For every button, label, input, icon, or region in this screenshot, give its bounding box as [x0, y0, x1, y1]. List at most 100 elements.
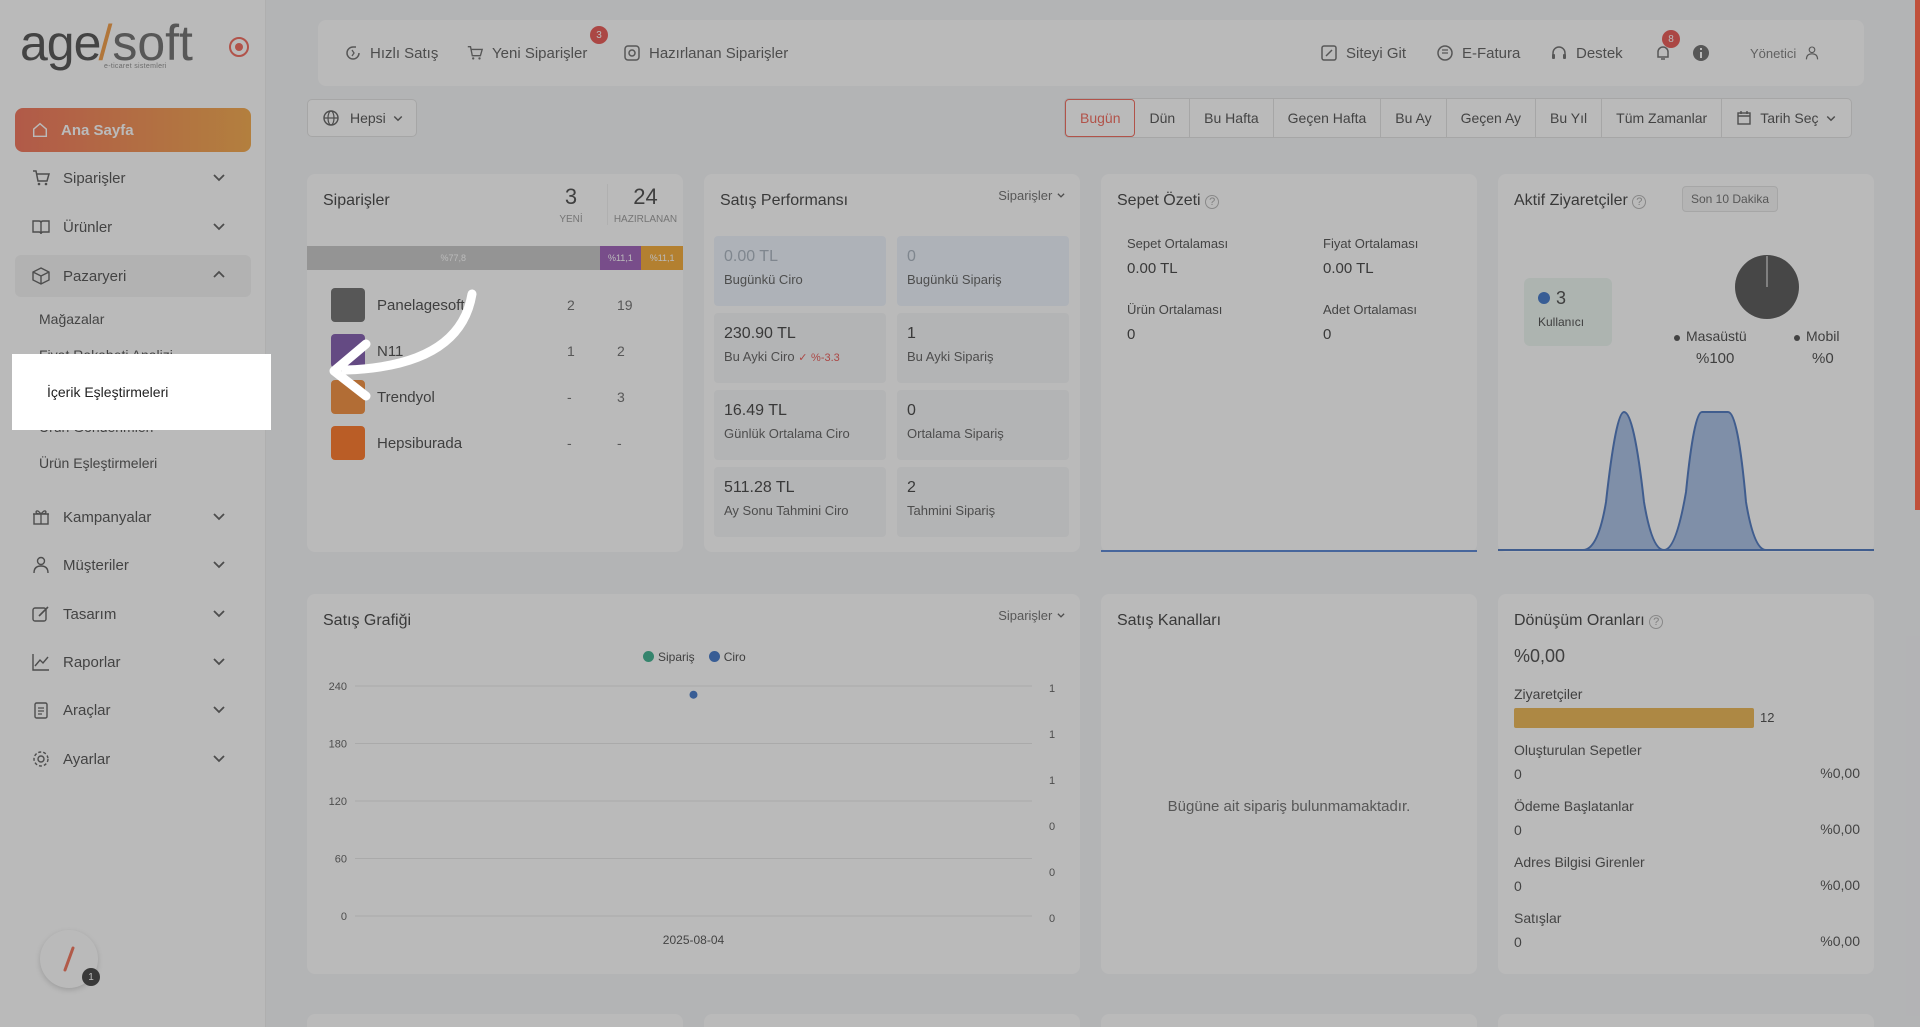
user-icon — [1806, 46, 1819, 60]
mobile-value: %0 — [1812, 350, 1834, 367]
marketplace-name: Hepsiburada — [377, 434, 463, 452]
nav-customers[interactable]: Müşteriler — [15, 544, 251, 586]
nav-campaigns-label: Kampanyalar — [63, 508, 152, 526]
user-menu[interactable]: Yönetici — [1750, 20, 1828, 86]
orders-title: Siparişler — [323, 192, 390, 209]
sales-chart-dropdown-label: Siparişler — [998, 608, 1053, 623]
perf-dropdown[interactable]: Siparişler — [998, 188, 1066, 203]
tab-pick-date[interactable]: Tarih Seç — [1722, 99, 1850, 137]
visitors-title: Aktif Ziyaretçiler ? — [1514, 192, 1647, 210]
share-segment: %11,1 — [599, 246, 642, 270]
clipboard-icon — [34, 702, 48, 719]
conversion-card: Dönüşüm Oranları ? %0,00 Ziyaretçiler 12… — [1498, 594, 1874, 974]
new-orders-link[interactable]: Yeni Siparişler 3 — [466, 20, 608, 86]
avg-basket-label: Sepet Ortalaması — [1127, 236, 1229, 251]
scrollbar-thumb[interactable] — [1915, 0, 1920, 510]
basket-title: Sepet Özeti ? — [1117, 192, 1220, 210]
tab-yesterday[interactable]: Dün — [1135, 99, 1191, 137]
nav-tools[interactable]: Araçlar — [15, 689, 251, 731]
conversion-row-name: Satışlar — [1514, 910, 1562, 926]
perf-stat-box: 230.90 TL Bu Ayki Ciro ✓ %-3.3 — [714, 313, 886, 383]
support-link[interactable]: Destek — [1550, 20, 1623, 86]
conversion-rate: %0,00 — [1514, 646, 1566, 666]
sales-chart-dropdown[interactable]: Siparişler — [998, 608, 1066, 623]
perf-stat-box: 1 Bu Ayki Sipariş — [897, 313, 1069, 383]
scope-select[interactable]: Hepsi — [307, 99, 417, 137]
visitors-label: Ziyaretçiler — [1514, 686, 1583, 702]
table-row[interactable]: Hepsiburada - - — [307, 420, 683, 466]
helper-button[interactable]: 1 — [40, 930, 100, 988]
tab-this-month[interactable]: Bu Ay — [1381, 99, 1447, 137]
new-orders-count: 3 — [564, 184, 578, 209]
nav-products[interactable]: Ürünler — [15, 206, 251, 248]
y-tick-label: 0 — [341, 911, 347, 923]
share-segment: %11,1 — [641, 246, 683, 270]
perf-value: 0 — [907, 402, 916, 419]
chevron-down-icon — [213, 610, 225, 618]
tab-this-year[interactable]: Bu Yıl — [1536, 99, 1603, 137]
info-icon — [1693, 45, 1709, 61]
perf-label: Ay Sonu Tahmini Ciro — [724, 503, 849, 518]
logo-text-right: soft — [112, 15, 193, 71]
nav-orders[interactable]: Siparişler — [15, 157, 251, 199]
mobile-label: Mobil — [1806, 328, 1840, 344]
tab-this-week[interactable]: Bu Hafta — [1190, 99, 1274, 137]
highlighted-content-matches-item[interactable]: İçerik Eşleştirmeleri — [12, 354, 271, 430]
basket-summary-card: Sepet Özeti ? Sepet Ortalaması 0.00 TL F… — [1101, 174, 1477, 552]
visitor-count-label: Kullanıcı — [1538, 315, 1585, 329]
agesoft-logo[interactable]: age / soft — [20, 18, 193, 68]
prepared-orders-link[interactable]: Hazırlanan Siparişler — [623, 20, 788, 86]
mobile-share: Mobil — [1794, 328, 1839, 344]
sub-item-product-matches[interactable]: Ürün Eşleştirmeleri — [39, 455, 157, 471]
info-button[interactable] — [1692, 20, 1718, 86]
chevron-down-icon — [213, 658, 225, 666]
tab-last-month[interactable]: Geçen Ay — [1447, 99, 1537, 137]
notifications-button[interactable]: 8 — [1654, 20, 1680, 86]
nav-tools-label: Araçlar — [63, 701, 111, 719]
nav-reports[interactable]: Raporlar — [15, 641, 251, 683]
help-icon[interactable]: ? — [1205, 195, 1220, 209]
marketplace-new: - — [567, 435, 572, 451]
visitors-value: 12 — [1760, 710, 1775, 725]
quick-sale-link[interactable]: Hızlı Satış — [344, 20, 438, 86]
nav-campaigns[interactable]: Kampanyalar — [15, 496, 251, 538]
legend-order[interactable]: Sipariş — [643, 650, 695, 664]
einvoice-link[interactable]: E-Fatura — [1436, 20, 1520, 86]
cart-icon — [467, 46, 484, 60]
user-icon — [33, 556, 49, 574]
nav-home[interactable]: Ana Sayfa — [15, 108, 251, 152]
avg-product-label: Ürün Ortalaması — [1127, 302, 1223, 317]
tab-all-time[interactable]: Tüm Zamanlar — [1602, 99, 1723, 137]
nav-marketplace[interactable]: Pazaryeri — [15, 255, 251, 297]
help-icon[interactable]: ? — [1632, 195, 1647, 209]
conversion-row: Ödeme Başlatanlar 0 %0,00 — [1514, 798, 1860, 838]
y-tick-label: 60 — [335, 854, 347, 866]
target-icon[interactable] — [229, 37, 249, 57]
visitor-count: 3 — [1556, 288, 1567, 308]
headset-icon — [1552, 46, 1566, 59]
legend-revenue[interactable]: Ciro — [708, 650, 746, 664]
help-icon[interactable]: ? — [1649, 615, 1664, 629]
tab-today[interactable]: Bugün — [1065, 99, 1136, 137]
avg-basket-value: 0.00 TL — [1127, 260, 1178, 277]
y2-tick-label: 1 — [1049, 729, 1055, 741]
avg-price-value: 0.00 TL — [1323, 260, 1374, 277]
go-site-link[interactable]: Siteyi Git — [1320, 20, 1406, 86]
nav-design[interactable]: Tasarım — [15, 593, 251, 635]
data-point-ciro[interactable] — [689, 690, 698, 699]
device-pie-chart — [1735, 255, 1799, 319]
nav-settings[interactable]: Ayarlar — [15, 738, 251, 780]
nav-customers-label: Müşteriler — [63, 556, 129, 574]
perf-title: Satış Performansı — [720, 192, 849, 209]
perf-stat-box: 511.28 TL Ay Sonu Tahmini Ciro — [714, 467, 886, 537]
globe-icon — [323, 110, 339, 126]
perf-value: 230.90 TL — [724, 325, 796, 342]
tutorial-arrow-icon — [329, 289, 477, 401]
nav-design-label: Tasarım — [63, 605, 117, 623]
sales-chart-card: Satış Grafiği Siparişler Sipariş Ciro 24… — [307, 594, 1080, 974]
tab-last-week[interactable]: Geçen Hafta — [1274, 99, 1382, 137]
sales-chart-title: Satış Grafiği — [323, 612, 412, 629]
chevron-down-icon — [213, 561, 225, 569]
calendar-icon — [1737, 111, 1751, 125]
sub-item-stores[interactable]: Mağazalar — [39, 311, 104, 327]
